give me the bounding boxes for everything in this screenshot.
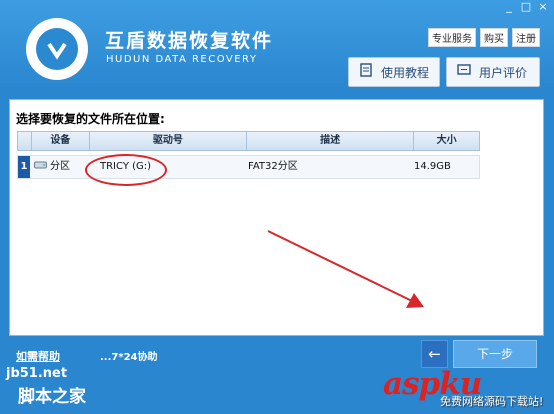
comment-icon xyxy=(453,63,475,81)
annotation-arrow xyxy=(267,230,424,308)
service-link[interactable]: 专业服务 xyxy=(428,28,476,47)
help-link[interactable]: 如需帮助 xyxy=(16,348,60,364)
close-button[interactable]: × xyxy=(536,1,550,12)
top-links: 专业服务 购买 注册 xyxy=(428,28,540,47)
watermark-jb51-cn: 脚本之家 xyxy=(18,387,86,407)
book-icon xyxy=(355,63,377,81)
watermark-jb51: jb51.net xyxy=(6,366,68,381)
watermark-aspku-sub: 免费网络源码下载站! xyxy=(440,395,544,408)
help-text[interactable]: ...7*24协助 xyxy=(100,348,158,363)
app-logo xyxy=(26,18,88,80)
location-panel: 选择要恢复的文件所在位置: 设备 驱动号 描述 大小 1 分区 TRICY (G… xyxy=(9,99,544,336)
back-button[interactable]: ← xyxy=(421,340,448,368)
app-subtitle: HUDUN DATA RECOVERY xyxy=(106,54,258,65)
reviews-label: 用户评价 xyxy=(479,65,528,80)
tutorial-label: 使用教程 xyxy=(381,65,430,80)
register-link[interactable]: 注册 xyxy=(512,28,540,47)
maximize-button[interactable]: □ xyxy=(519,1,533,12)
header: 互盾数据恢复软件 HUDUN DATA RECOVERY _ □ × 专业服务 … xyxy=(0,0,554,96)
tutorial-button[interactable]: 使用教程 xyxy=(348,57,440,87)
buy-link[interactable]: 购买 xyxy=(480,28,508,47)
reviews-button[interactable]: 用户评价 xyxy=(446,57,540,87)
app-window: 互盾数据恢复软件 HUDUN DATA RECOVERY _ □ × 专业服务 … xyxy=(0,0,554,414)
next-button[interactable]: 下一步 xyxy=(453,340,537,368)
app-title: 互盾数据恢复软件 xyxy=(105,30,274,52)
shield-logo-icon xyxy=(36,28,78,70)
minimize-button[interactable]: _ xyxy=(502,1,516,12)
